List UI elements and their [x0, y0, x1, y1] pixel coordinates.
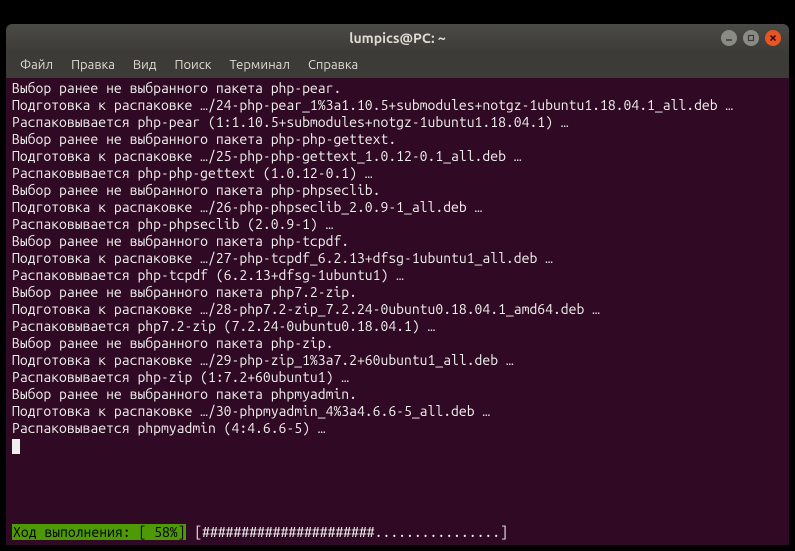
- output-line: Выбор ранее не выбранного пакета php-php…: [12, 182, 783, 199]
- output-line: Распаковывается php-phpseclib (2.0.9-1) …: [12, 216, 783, 233]
- output-line: Выбор ранее не выбранного пакета php7.2-…: [12, 284, 783, 301]
- title-bar: lumpics@PC: ~: [6, 24, 789, 52]
- output-line: Подготовка к распаковке …/24-php-pear_1%…: [12, 97, 783, 114]
- menu-search[interactable]: Поиск: [166, 55, 219, 75]
- progress-bar: [######################................]: [186, 524, 507, 540]
- output-line: Подготовка к распаковке …/28-php7.2-zip_…: [12, 301, 783, 318]
- menu-edit[interactable]: Правка: [63, 55, 123, 75]
- maximize-button[interactable]: [743, 30, 759, 46]
- terminal-output[interactable]: Выбор ранее не выбранного пакета php-pea…: [6, 78, 789, 545]
- output-line: Выбор ранее не выбранного пакета php-tcp…: [12, 233, 783, 250]
- close-icon: [769, 34, 777, 42]
- menu-terminal[interactable]: Терминал: [221, 55, 297, 75]
- output-line: Подготовка к распаковке …/30-phpmyadmin_…: [12, 403, 783, 420]
- minimize-button[interactable]: [721, 30, 737, 46]
- output-line: Подготовка к распаковке …/29-php-zip_1%3…: [12, 352, 783, 369]
- output-line: Распаковывается php-pear (1:1.10.5+submo…: [12, 114, 783, 131]
- maximize-icon: [747, 34, 755, 42]
- progress-label: Ход выполнения: [ 58%]: [12, 524, 186, 540]
- menu-help[interactable]: Справка: [300, 55, 366, 75]
- menu-view[interactable]: Вид: [125, 55, 165, 75]
- progress-indicator: Ход выполнения: [ 58%] [################…: [12, 524, 508, 541]
- output-line: Распаковывается php-zip (1:7.2+60ubuntu1…: [12, 369, 783, 386]
- output-line: Выбор ранее не выбранного пакета phpmyad…: [12, 386, 783, 403]
- minimize-icon: [725, 34, 733, 42]
- output-line: Подготовка к распаковке …/25-php-php-get…: [12, 148, 783, 165]
- output-line: Подготовка к распаковке …/26-php-phpsecl…: [12, 199, 783, 216]
- output-line: Распаковывается php7.2-zip (7.2.24-0ubun…: [12, 318, 783, 335]
- close-button[interactable]: [765, 30, 781, 46]
- output-line: Выбор ранее не выбранного пакета php-pea…: [12, 80, 783, 97]
- output-line: Распаковывается php-tcpdf (6.2.13+dfsg-1…: [12, 267, 783, 284]
- output-line: Выбор ранее не выбранного пакета php-zip…: [12, 335, 783, 352]
- menu-file[interactable]: Файл: [12, 55, 61, 75]
- cursor-icon: [12, 439, 20, 454]
- window-controls: [721, 30, 781, 46]
- menu-bar: Файл Правка Вид Поиск Терминал Справка: [6, 52, 789, 78]
- output-line: Выбор ранее не выбранного пакета php-php…: [12, 131, 783, 148]
- cursor-line: [12, 437, 783, 454]
- terminal-window: lumpics@PC: ~ Файл Правка Вид Поиск Терм…: [6, 24, 789, 545]
- window-title: lumpics@PC: ~: [6, 30, 789, 46]
- output-line: Распаковывается phpmyadmin (4:4.6.6-5) …: [12, 420, 783, 437]
- output-line: Подготовка к распаковке …/27-php-tcpdf_6…: [12, 250, 783, 267]
- output-line: Распаковывается php-php-gettext (1.0.12-…: [12, 165, 783, 182]
